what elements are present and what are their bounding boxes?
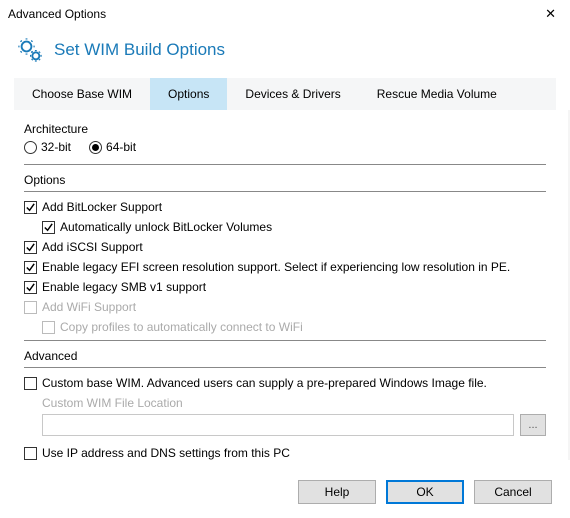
footer: Help OK Cancel — [0, 466, 570, 518]
options-label: Options — [24, 173, 546, 187]
header: Set WIM Build Options — [0, 28, 570, 78]
checkbox-label: Use IP address and DNS settings from thi… — [42, 446, 290, 460]
radio-64bit[interactable]: 64-bit — [89, 140, 136, 154]
checkbox-custom-wim[interactable]: Custom base WIM. Advanced users can supp… — [24, 376, 546, 390]
checkbox-use-ip[interactable]: Use IP address and DNS settings from thi… — [24, 446, 546, 460]
content-area: Architecture 32-bit 64-bit Options Add B… — [0, 110, 570, 460]
checkbox-icon — [24, 301, 37, 314]
checkbox-label: Enable legacy EFI screen resolution supp… — [42, 260, 510, 274]
browse-button[interactable]: ... — [520, 414, 546, 436]
page-title: Set WIM Build Options — [54, 40, 225, 60]
checkbox-icon — [42, 321, 55, 334]
gear-icon — [16, 36, 44, 64]
checkbox-label: Copy profiles to automatically connect t… — [60, 320, 303, 334]
architecture-label: Architecture — [24, 122, 546, 136]
tab-rescue-media-volume[interactable]: Rescue Media Volume — [359, 78, 515, 110]
tab-choose-base-wim[interactable]: Choose Base WIM — [14, 78, 150, 110]
checkbox-icon — [24, 281, 37, 294]
checkbox-wifi-copy: Copy profiles to automatically connect t… — [42, 320, 546, 334]
checkbox-icon — [24, 377, 37, 390]
checkbox-smb[interactable]: Enable legacy SMB v1 support — [24, 280, 546, 294]
checkbox-wifi: Add WiFi Support — [24, 300, 546, 314]
divider — [24, 367, 546, 368]
checkbox-bitlocker-auto[interactable]: Automatically unlock BitLocker Volumes — [42, 220, 546, 234]
checkbox-label: Custom base WIM. Advanced users can supp… — [42, 376, 487, 390]
advanced-label: Advanced — [24, 349, 546, 363]
divider — [24, 191, 546, 192]
radio-label: 64-bit — [106, 140, 136, 154]
radio-icon — [89, 141, 102, 154]
checkbox-icon — [24, 447, 37, 460]
close-icon[interactable]: ✕ — [539, 6, 562, 22]
tab-options[interactable]: Options — [150, 78, 227, 110]
checkbox-icon — [24, 201, 37, 214]
checkbox-label: Enable legacy SMB v1 support — [42, 280, 206, 294]
help-button[interactable]: Help — [298, 480, 376, 504]
radio-label: 32-bit — [41, 140, 71, 154]
radio-icon — [24, 141, 37, 154]
checkbox-iscsi[interactable]: Add iSCSI Support — [24, 240, 546, 254]
tab-bar: Choose Base WIM Options Devices & Driver… — [14, 78, 556, 110]
checkbox-bitlocker[interactable]: Add BitLocker Support — [24, 200, 546, 214]
ok-button[interactable]: OK — [386, 480, 464, 504]
checkbox-icon — [24, 241, 37, 254]
checkbox-label: Add iSCSI Support — [42, 240, 143, 254]
wim-location-input[interactable] — [42, 414, 514, 436]
checkbox-label: Add WiFi Support — [42, 300, 136, 314]
divider — [24, 340, 546, 341]
cancel-button[interactable]: Cancel — [474, 480, 552, 504]
wim-location-label: Custom WIM File Location — [42, 396, 546, 410]
checkbox-label: Add BitLocker Support — [42, 200, 162, 214]
checkbox-label: Automatically unlock BitLocker Volumes — [60, 220, 272, 234]
tab-devices-drivers[interactable]: Devices & Drivers — [227, 78, 358, 110]
checkbox-icon — [42, 221, 55, 234]
titlebar: Advanced Options ✕ — [0, 0, 570, 28]
checkbox-efi[interactable]: Enable legacy EFI screen resolution supp… — [24, 260, 546, 274]
window-title: Advanced Options — [8, 7, 106, 21]
radio-32bit[interactable]: 32-bit — [24, 140, 71, 154]
checkbox-icon — [24, 261, 37, 274]
divider — [24, 164, 546, 165]
